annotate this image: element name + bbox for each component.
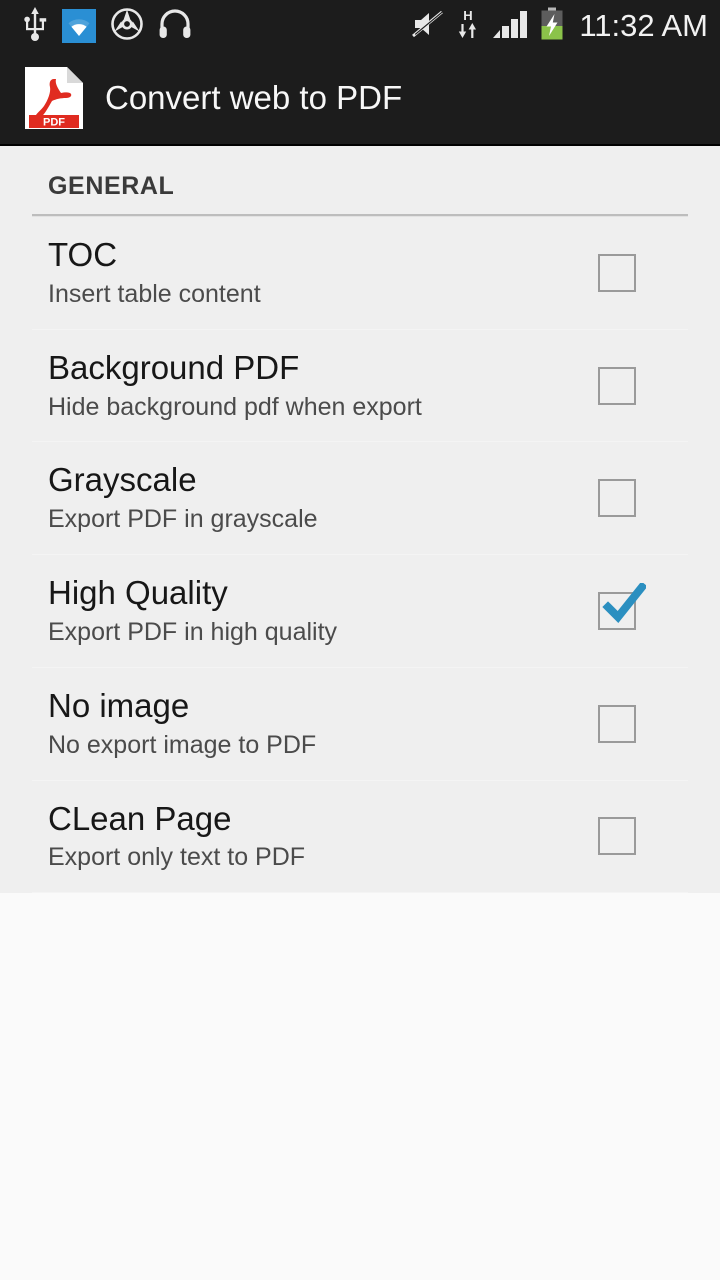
pref-title: No image <box>48 686 190 724</box>
svg-text:H: H <box>464 8 473 23</box>
checkbox-high-quality[interactable] <box>598 582 646 630</box>
checkbox-clean-page[interactable] <box>598 817 636 856</box>
pref-summary: Export PDF in grayscale <box>48 505 318 534</box>
preferences-list: GENERAL TOC Insert table content Backgro… <box>0 146 720 894</box>
car-mode-icon <box>110 7 144 46</box>
status-bar[interactable]: H 11:32 AM <box>0 0 720 52</box>
status-clock: 11:32 AM <box>579 8 708 43</box>
pref-summary: Export PDF in high quality <box>48 618 338 647</box>
checkbox-background-pdf[interactable] <box>598 366 636 405</box>
checkbox-grayscale[interactable] <box>598 479 636 518</box>
pref-texts: CLean Page Export only text to PDF <box>48 799 306 873</box>
checkbox-box <box>598 366 636 405</box>
pref-texts: TOC Insert table content <box>48 236 261 309</box>
mute-icon <box>411 9 445 44</box>
section-header-general: GENERAL <box>0 146 720 201</box>
pref-texts: Background PDF Hide background pdf when … <box>48 348 422 422</box>
checkmark-icon <box>602 582 646 623</box>
pref-row-grayscale[interactable]: Grayscale Export PDF in grayscale <box>0 442 720 555</box>
pref-row-high-quality[interactable]: High Quality Export PDF in high quality <box>0 555 720 667</box>
checkbox-no-image[interactable] <box>598 704 636 743</box>
pref-summary: Export only text to PDF <box>48 843 306 872</box>
hspa-data-icon: H <box>455 7 481 46</box>
usb-icon <box>22 6 48 46</box>
svg-text:PDF: PDF <box>43 117 65 129</box>
empty-list-area <box>0 893 720 1184</box>
pref-texts: No image No export image to PDF <box>48 686 317 760</box>
headphones-icon <box>158 8 192 44</box>
battery-charging-icon <box>539 7 565 46</box>
action-bar[interactable]: PDF Convert web to PDF <box>0 52 720 146</box>
pref-row-background-pdf[interactable]: Background PDF Hide background pdf when … <box>0 329 720 442</box>
settings-content: GENERAL TOC Insert table content Backgro… <box>0 146 720 1280</box>
pref-row-toc[interactable]: TOC Insert table content <box>0 217 720 329</box>
pref-title: Background PDF <box>48 348 300 386</box>
checkbox-box <box>598 817 636 856</box>
pref-row-no-image[interactable]: No image No export image to PDF <box>0 667 720 780</box>
pref-title: CLean Page <box>48 799 232 837</box>
checkbox-box <box>598 704 636 743</box>
pref-texts: High Quality Export PDF in high quality <box>48 574 338 647</box>
pref-title: TOC <box>48 236 118 273</box>
section-header-label: GENERAL <box>48 172 175 200</box>
pdf-file-icon: PDF <box>25 67 83 129</box>
pref-summary: No export image to PDF <box>48 730 317 759</box>
pref-title: High Quality <box>48 574 228 612</box>
pref-title: Grayscale <box>48 461 197 499</box>
page-title: Convert web to PDF <box>105 79 403 116</box>
pref-summary: Hide background pdf when export <box>48 392 422 421</box>
status-bar-left-icons <box>22 6 192 46</box>
signal-bars-icon <box>491 8 529 45</box>
status-bar-right-icons: H 11:32 AM <box>411 7 708 46</box>
checkbox-box <box>598 253 636 292</box>
wifi-icon <box>62 9 96 43</box>
checkbox-toc[interactable] <box>598 253 636 292</box>
pref-summary: Insert table content <box>48 279 261 308</box>
pref-texts: Grayscale Export PDF in grayscale <box>48 461 318 534</box>
checkbox-box <box>598 479 636 518</box>
pref-row-clean-page[interactable]: CLean Page Export only text to PDF <box>0 780 720 893</box>
